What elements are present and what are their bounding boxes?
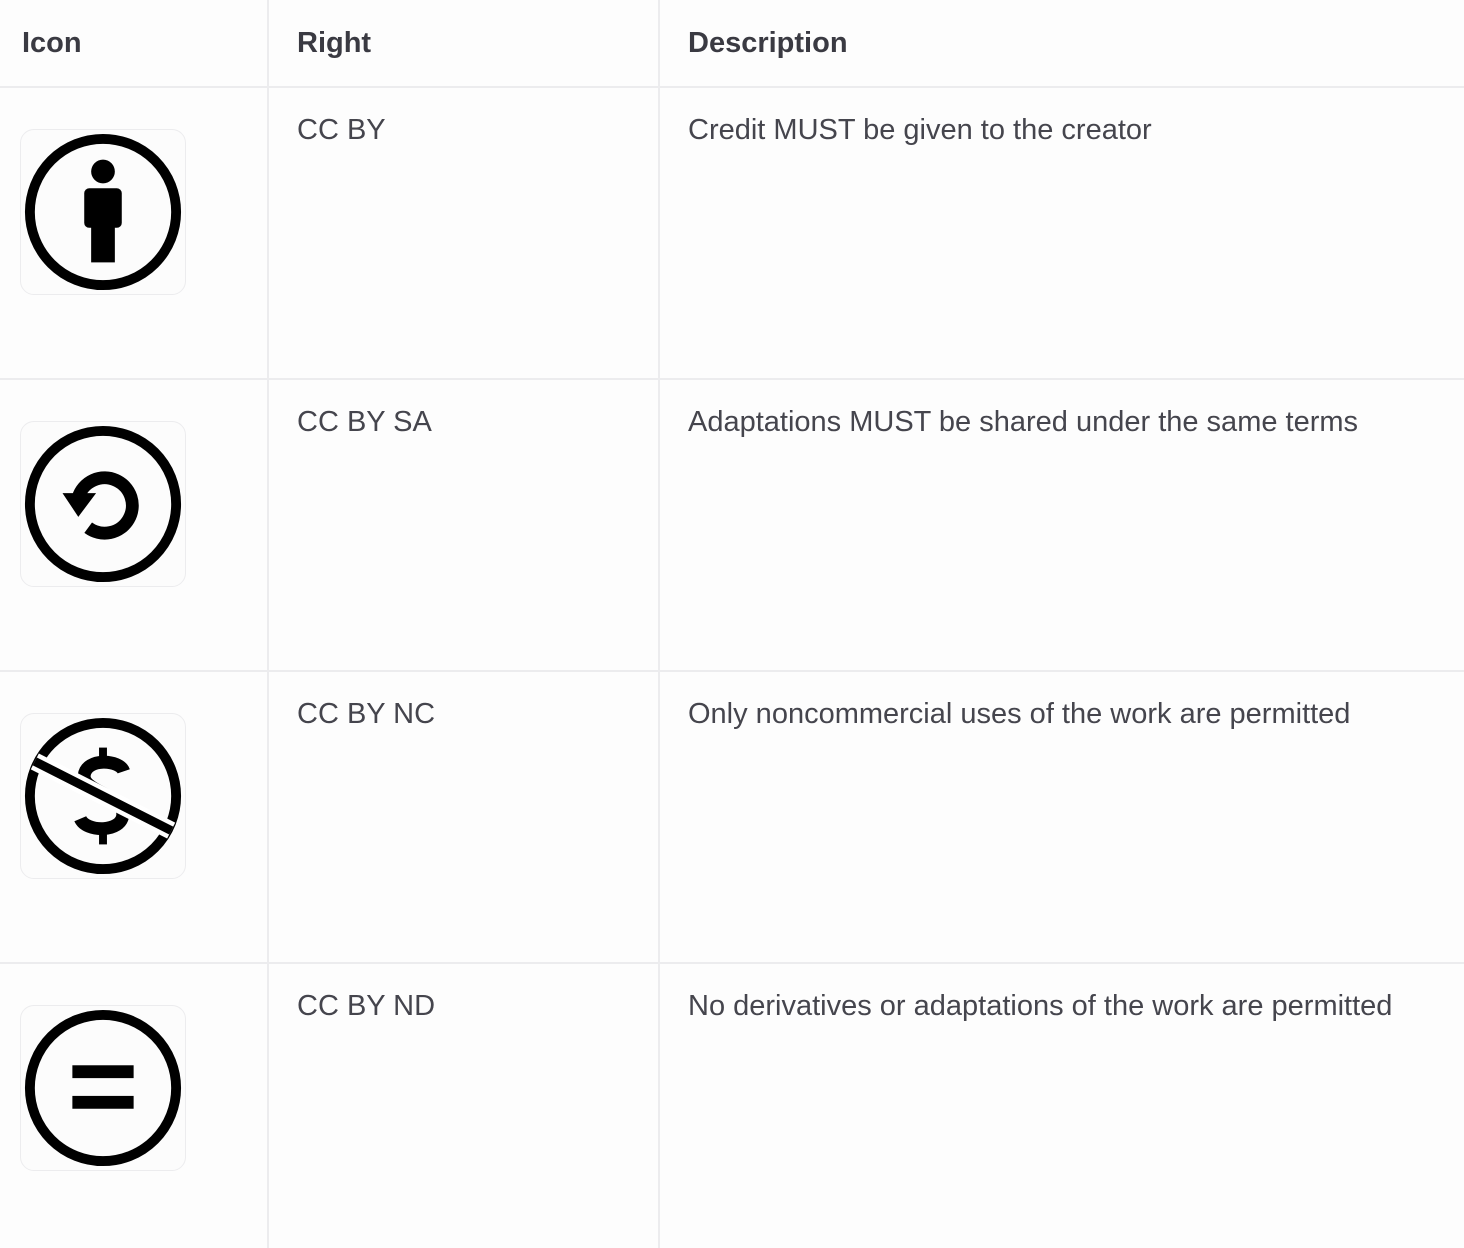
column-header-icon: Icon: [0, 0, 269, 88]
description-cell: No derivatives or adaptations of the wor…: [688, 990, 1393, 1022]
icon-cell: [0, 379, 269, 672]
right-cell: CC BY: [268, 87, 660, 380]
column-header-description: Description: [659, 0, 1464, 88]
cc-by-attribution-icon: [24, 133, 182, 291]
icon-frame: [20, 129, 186, 295]
description-cell: Adaptations MUST be shared under the sam…: [659, 379, 1464, 672]
right-cell: CC BY NC: [268, 671, 660, 964]
icon-cell: [0, 87, 269, 380]
table-row: CC BY ND No derivatives or adaptations o…: [0, 963, 1464, 1248]
icon-cell: [0, 671, 269, 964]
icon-frame: [20, 713, 186, 879]
table-row: CC BY NC Only noncommercial uses of the …: [0, 671, 1464, 964]
right-cell: CC BY ND: [268, 963, 660, 1248]
cc-nc-noncommercial-icon: [24, 717, 182, 875]
description-cell: Credit MUST be given to the creator: [659, 87, 1464, 380]
cc-nd-no-derivatives-icon: [24, 1009, 182, 1167]
description-cell: Only noncommercial uses of the work are …: [659, 671, 1464, 964]
table-header-row: Icon Right Description: [0, 0, 1464, 88]
cc-sa-share-alike-icon: [24, 425, 182, 583]
icon-frame: [20, 421, 186, 587]
icon-frame: [20, 1005, 186, 1171]
column-header-right: Right: [268, 0, 660, 88]
table-row: CC BY Credit MUST be given to the creato…: [0, 87, 1464, 380]
icon-cell: [0, 963, 269, 1248]
right-cell: CC BY SA: [268, 379, 660, 672]
license-table: Icon Right Description CC BY Credit MUST…: [0, 0, 1464, 1248]
table-row: CC BY SA Adaptations MUST be shared unde…: [0, 379, 1464, 672]
